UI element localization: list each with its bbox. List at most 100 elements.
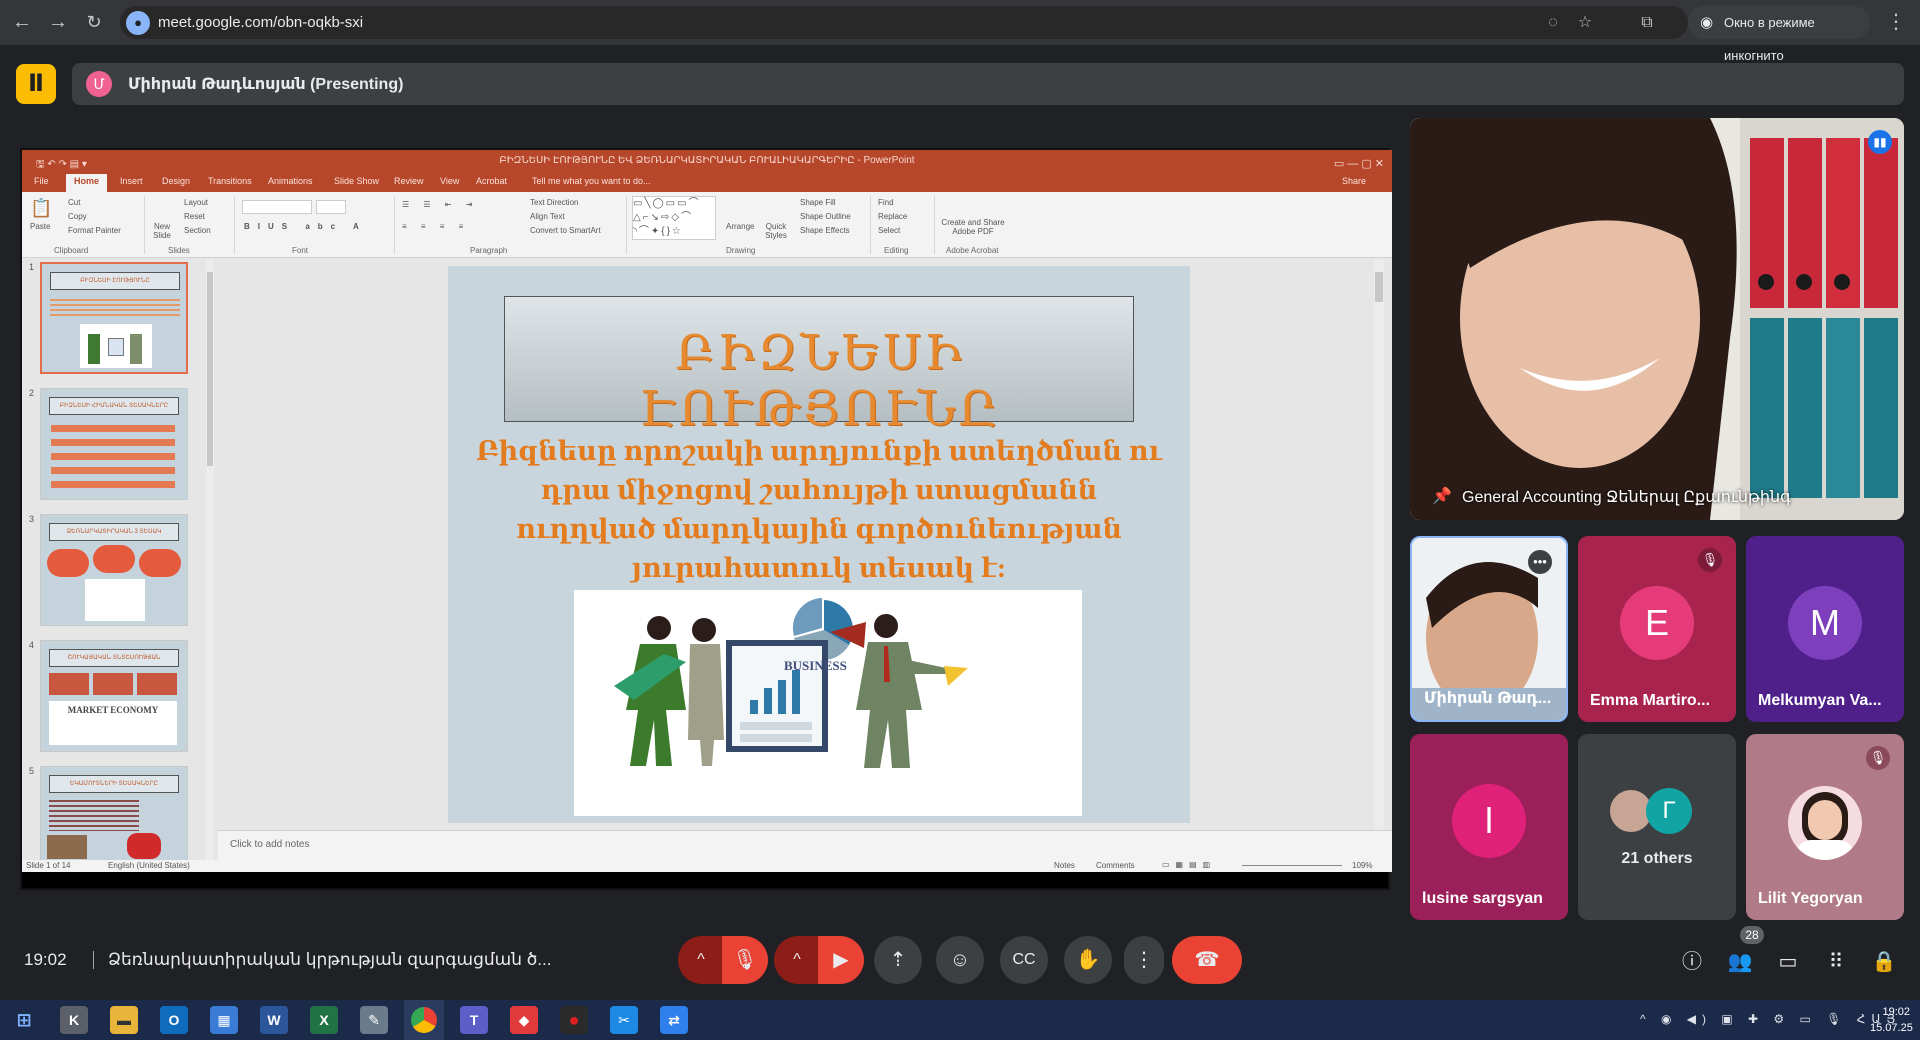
- anydesk-icon[interactable]: ◆: [510, 1006, 538, 1034]
- shape-outline-button[interactable]: Shape Outline: [800, 212, 851, 221]
- raise-hand-button[interactable]: ✋: [1064, 936, 1112, 984]
- thumb-scrollbar[interactable]: [206, 260, 214, 866]
- address-bar[interactable]: ● meet.google.com/obn-oqkb-sxi ◌ ☆ ⧉: [120, 6, 1688, 39]
- captions-button[interactable]: CC: [1000, 936, 1048, 984]
- slide-thumbnail-3[interactable]: ՁԵՌՆԱՐԿԱՏԻՐԱԿԱՆ 3 ՏԵՍԱԿ: [40, 514, 188, 626]
- slide-scrollbar[interactable]: [1374, 260, 1384, 830]
- new-slide-button[interactable]: New Slide: [150, 222, 174, 240]
- tab-home[interactable]: Home: [66, 174, 108, 192]
- app-icon[interactable]: K: [60, 1006, 88, 1034]
- present-screen-button[interactable]: ⇡: [874, 936, 922, 984]
- find-button[interactable]: Find: [878, 198, 894, 207]
- status-comments-button[interactable]: Comments: [1096, 861, 1135, 870]
- font-size-input[interactable]: [316, 200, 346, 214]
- tab-view[interactable]: View: [440, 176, 459, 186]
- paste-icon[interactable]: 📋: [30, 198, 52, 219]
- quick-styles-button[interactable]: Quick Styles: [764, 222, 788, 240]
- chat-icon[interactable]: ▭: [1772, 946, 1804, 978]
- convert-smartart-button[interactable]: Convert to SmartArt: [530, 226, 601, 235]
- reset-button[interactable]: Reset: [184, 212, 205, 221]
- star-icon[interactable]: ☆: [1574, 12, 1596, 34]
- tab-insert[interactable]: Insert: [120, 176, 143, 186]
- reload-icon[interactable]: ↻: [80, 8, 108, 36]
- calculator-icon[interactable]: ▦: [210, 1006, 238, 1034]
- tab-review[interactable]: Review: [394, 176, 424, 186]
- file-explorer-icon[interactable]: ▬: [110, 1006, 138, 1034]
- reactions-button[interactable]: ☺: [936, 936, 984, 984]
- scroll-thumb[interactable]: [1375, 272, 1383, 302]
- slide-thumbnail-1[interactable]: ԲԻԶՆԵՍԻ ԷՈՒԹՅՈՒՆԸ: [40, 262, 188, 374]
- align-text-button[interactable]: Align Text: [530, 212, 565, 221]
- align-icons[interactable]: ≡ ≡ ≡ ≡: [402, 222, 469, 231]
- font-format-icons[interactable]: BIUS abc A: [244, 222, 367, 231]
- excel-icon[interactable]: X: [310, 1006, 338, 1034]
- more-options-icon[interactable]: •••: [1528, 550, 1552, 574]
- word-icon[interactable]: W: [260, 1006, 288, 1034]
- leave-call-button[interactable]: ☎: [1172, 936, 1242, 984]
- chrome-taskbar-button[interactable]: [404, 1000, 444, 1040]
- tab-design[interactable]: Design: [162, 176, 190, 186]
- video-options-button[interactable]: ^: [774, 936, 820, 984]
- host-controls-icon[interactable]: 🔒: [1868, 946, 1900, 978]
- activities-icon[interactable]: ⠿: [1820, 946, 1852, 978]
- forward-icon[interactable]: →: [44, 8, 72, 36]
- zoom-slider[interactable]: [1242, 865, 1342, 866]
- more-options-button[interactable]: ⋮: [1124, 936, 1164, 984]
- shape-effects-button[interactable]: Shape Effects: [800, 226, 850, 235]
- main-video-tile[interactable]: ▮▮ 📌 General Accounting Ջեներալ Ըքաունթի…: [1410, 118, 1904, 520]
- back-icon[interactable]: ←: [8, 8, 36, 36]
- view-buttons-icon[interactable]: ▭▦▤▥: [1162, 860, 1216, 869]
- incognito-badge[interactable]: ◉ Окно в режиме инкогнито: [1688, 6, 1870, 63]
- slide-title-box[interactable]: ԲԻԶՆԵՍԻ ԷՈՒԹՅՈՒՆԸ: [504, 296, 1134, 436]
- tab-animations[interactable]: Animations: [268, 176, 313, 186]
- status-language[interactable]: English (United States): [108, 861, 190, 870]
- mic-off-button[interactable]: 🎙: [722, 936, 768, 984]
- tab-acrobat[interactable]: Acrobat: [476, 176, 507, 186]
- eye-off-icon[interactable]: ◌: [1542, 12, 1564, 34]
- participant-tile-1[interactable]: ••• Միհրան Թադ...: [1410, 536, 1568, 722]
- create-share-pdf-button[interactable]: Create and Share Adobe PDF: [940, 218, 1006, 236]
- share-button[interactable]: Share: [1342, 176, 1366, 186]
- snipping-tool-icon[interactable]: ✂: [610, 1006, 638, 1034]
- others-tile[interactable]: Г 21 others: [1578, 734, 1736, 920]
- section-button[interactable]: Section: [184, 226, 211, 235]
- recorder-icon[interactable]: ●: [560, 1006, 588, 1034]
- participant-tile-2[interactable]: E 🎙 Emma Martiro...: [1578, 536, 1736, 722]
- tab-transitions[interactable]: Transitions: [208, 176, 252, 186]
- teams-icon[interactable]: T: [460, 1006, 488, 1034]
- zoom-level[interactable]: 109%: [1352, 861, 1372, 870]
- system-tray[interactable]: ^ ◉ ◀) ▣ ✚ ⚙ ▭ 🎙 ՀԱՅ: [1640, 1012, 1901, 1026]
- current-slide[interactable]: ԲԻԶՆԵՍԻ ԷՈՒԹՅՈՒՆԸ Բիզնեսը որոշակի արդյու…: [448, 266, 1190, 823]
- layout-button[interactable]: Layout: [184, 198, 208, 207]
- select-button[interactable]: Select: [878, 226, 900, 235]
- tab-slide-show[interactable]: Slide Show: [334, 176, 379, 186]
- slide-thumbnail-4[interactable]: ՇՈՒԿԱՅԱԿԱՆ ՏՆՏԵՍՈՒԹՅԱՆ ՀԻՄՆԱԿԱՆ ՏԵՍԱԿ MA…: [40, 640, 188, 752]
- shape-fill-button[interactable]: Shape Fill: [800, 198, 836, 207]
- camera-off-button[interactable]: ▶: [818, 936, 864, 984]
- pin-icon[interactable]: 📌: [1432, 486, 1452, 506]
- slide-thumbnail-5[interactable]: ԵԿԱՄՈՒՏՆԵՐԻ ՏԵՍԱԿՆԵՐԸ: [40, 766, 188, 862]
- slide-thumbnail-2[interactable]: ԲԻԶՆԵՍԻ ՀԻՄՆԱԿԱՆ ՏԵՍԱԿՆԵՐԸ: [40, 388, 188, 500]
- list-icons[interactable]: ☰ ☰ ⇤ ⇥: [402, 200, 478, 209]
- people-icon[interactable]: 👥: [1724, 946, 1756, 978]
- status-notes-button[interactable]: Notes: [1054, 861, 1075, 870]
- app-icon[interactable]: ⇄: [660, 1006, 688, 1034]
- tell-me-input[interactable]: Tell me what you want to do...: [532, 176, 651, 186]
- font-name-input[interactable]: [242, 200, 312, 214]
- extensions-icon[interactable]: ⧉: [1636, 12, 1658, 34]
- scroll-thumb[interactable]: [207, 272, 213, 466]
- arrange-button[interactable]: Arrange: [726, 222, 754, 231]
- format-painter-button[interactable]: Format Painter: [68, 226, 121, 235]
- shapes-gallery[interactable]: ▭╲◯▭▭⌒ △⌐↘⇨◇⌒ ◝⌒✦{}☆: [632, 196, 716, 240]
- windows-start-icon[interactable]: ⊞: [10, 1006, 38, 1034]
- mic-indicator-icon[interactable]: ●: [126, 11, 150, 35]
- tab-file[interactable]: File: [34, 176, 49, 186]
- app-icon[interactable]: ✎: [360, 1006, 388, 1034]
- text-direction-button[interactable]: Text Direction: [530, 198, 578, 207]
- cut-button[interactable]: Cut: [68, 198, 80, 207]
- outlook-icon[interactable]: O: [160, 1006, 188, 1034]
- system-clock[interactable]: 19:02 15.07.25: [1870, 1004, 1913, 1036]
- participant-tile-3[interactable]: M Melkumyan Va...: [1746, 536, 1904, 722]
- copy-button[interactable]: Copy: [68, 212, 87, 221]
- notes-pane[interactable]: Click to add notes: [218, 830, 1392, 860]
